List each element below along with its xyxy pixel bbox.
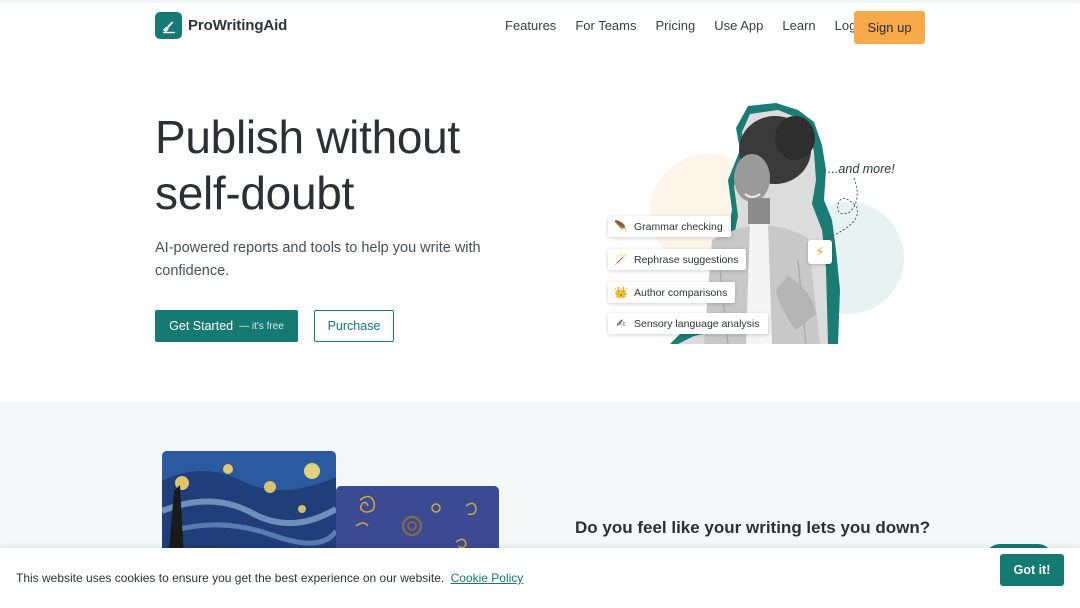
badge-author-comparisons: 👑 Author comparisons: [608, 282, 736, 303]
badge-rephrase-suggestions: 🪄 Rephrase suggestions: [608, 249, 747, 270]
signup-button[interactable]: Sign up: [854, 11, 925, 44]
section-heading: Do you feel like your writing lets you d…: [575, 518, 931, 537]
crown-icon: 👑: [614, 287, 628, 299]
nav-links: Features For Teams Pricing Use App Learn…: [505, 18, 889, 33]
get-started-button[interactable]: Get Started — it's free: [155, 310, 298, 342]
nav-link-use-app[interactable]: Use App: [714, 18, 763, 33]
badge-sensory-language-analysis: ✍ Sensory language analysis: [608, 313, 768, 334]
badge-grammar-checking: 🪶 Grammar checking: [608, 216, 731, 237]
free-note: — it's free: [239, 320, 284, 332]
hero-illustration: 🪶 Grammar checking 🪄 Rephrase suggestion…: [600, 100, 910, 350]
writing-hand-icon: ✍: [616, 318, 626, 330]
cookie-message: This website uses cookies to ensure you …: [16, 571, 523, 585]
cookie-text: This website uses cookies to ensure you …: [16, 571, 445, 585]
badge-label: Rephrase suggestions: [634, 253, 739, 266]
starry-night-image: [162, 451, 336, 561]
lightning-icon: ⚡: [808, 240, 832, 264]
badge-label: Grammar checking: [634, 220, 723, 233]
cookie-banner: This website uses cookies to ensure you …: [0, 548, 1080, 608]
badge-label: Sensory language analysis: [634, 317, 760, 330]
hero-subtitle: AI-powered reports and tools to help you…: [155, 240, 481, 279]
cookie-policy-link[interactable]: Cookie Policy: [451, 571, 524, 585]
badge-label: Author comparisons: [634, 286, 728, 299]
purchase-button[interactable]: Purchase: [314, 310, 394, 342]
nav-link-learn[interactable]: Learn: [782, 18, 815, 33]
magic-wand-icon: 🪄: [614, 254, 628, 266]
nav-link-features[interactable]: Features: [505, 18, 556, 33]
brand-name: ProWritingAid: [188, 17, 288, 34]
top-navigation: ProWritingAid Features For Teams Pricing…: [0, 0, 1080, 50]
quill-icon: 🪶: [614, 221, 628, 233]
nav-link-pricing[interactable]: Pricing: [655, 18, 695, 33]
hero-title: Publish without self-doubt: [155, 111, 460, 219]
nav-link-for-teams[interactable]: For Teams: [575, 18, 636, 33]
got-it-button[interactable]: Got it!: [1000, 554, 1064, 586]
prowritingaid-logo-icon: [155, 12, 182, 39]
get-started-label: Get Started: [169, 319, 234, 333]
brand-logo[interactable]: ProWritingAid: [155, 12, 287, 39]
and-more-label: ...and more!: [828, 162, 895, 176]
